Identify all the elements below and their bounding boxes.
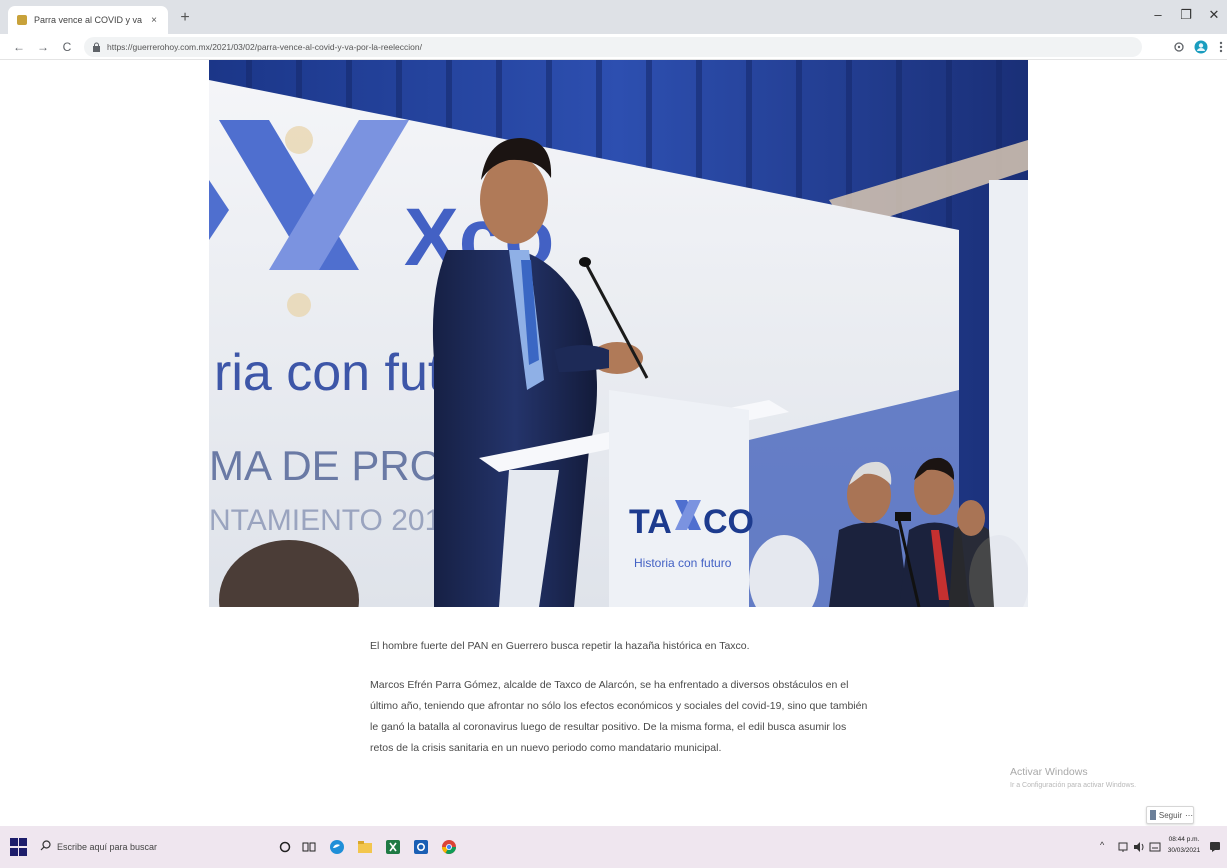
podium-logo-left: TA (629, 503, 672, 541)
cortana-icon[interactable] (276, 838, 294, 856)
tab-title: Parra vence al COVID y va por la (34, 15, 142, 25)
windows-taskbar: Escribe aquí para buscar ^ 08:44 p.m. 30… (0, 826, 1227, 868)
clock-date: 30/03/2021 (1167, 847, 1201, 854)
maximize-button[interactable]: ❐ (1176, 7, 1196, 23)
file-explorer-icon[interactable] (356, 838, 374, 856)
close-window-button[interactable]: ✕ (1204, 7, 1224, 23)
page-favicon-icon (16, 14, 28, 26)
article-body: El hombre fuerte del PAN en Guerrero bus… (370, 636, 870, 759)
profile-avatar[interactable] (1192, 38, 1210, 56)
keyboard-language-icon[interactable] (1146, 838, 1164, 856)
reload-button[interactable]: C (58, 38, 76, 56)
backdrop-slogan-text: ria con fut (214, 344, 443, 402)
close-tab-icon[interactable]: × (148, 15, 160, 26)
follow-icon (1150, 810, 1156, 820)
podium-slogan-text: Historia con futuro (634, 556, 732, 570)
follow-more-icon[interactable]: ⋯ (1185, 811, 1193, 820)
extension-icon[interactable] (1170, 38, 1188, 56)
url-text: https://guerrerohoy.com.mx/2021/03/02/pa… (107, 42, 422, 52)
lock-icon (92, 42, 101, 52)
chrome-icon[interactable] (440, 838, 458, 856)
activation-subtitle: Ir a Configuración para activar Windows. (1010, 782, 1137, 789)
forward-button[interactable]: → (34, 38, 52, 56)
new-tab-button[interactable]: + (176, 9, 194, 27)
excel-icon[interactable] (384, 838, 402, 856)
search-icon (40, 838, 51, 856)
menu-kebab-icon[interactable] (1212, 38, 1227, 56)
clock-time: 08:44 p.m. (1168, 836, 1200, 843)
taskbar-clock[interactable]: 08:44 p.m. 30/03/2021 (1166, 834, 1202, 856)
tab-strip: Parra vence al COVID y va por la × + – ❐… (0, 0, 1227, 34)
address-bar[interactable]: https://guerrerohoy.com.mx/2021/03/02/pa… (84, 37, 1142, 57)
edge-browser-icon[interactable] (328, 838, 346, 856)
taskbar-search-placeholder: Escribe aquí para buscar (57, 842, 158, 852)
article-paragraph: Marcos Efrén Parra Gómez, alcalde de Tax… (370, 679, 868, 754)
follow-button[interactable]: Seguir ⋯ (1146, 806, 1194, 824)
outlook-icon[interactable] (412, 838, 430, 856)
browser-tab[interactable]: Parra vence al COVID y va por la × (8, 6, 168, 34)
activation-title: Activar Windows (1010, 766, 1088, 778)
windows-start-icon[interactable] (10, 838, 28, 856)
tray-overflow-icon[interactable]: ^ (1100, 840, 1104, 850)
follow-label: Seguir (1158, 810, 1182, 820)
taskbar-search-box[interactable]: Escribe aquí para buscar (36, 834, 232, 860)
task-view-icon[interactable] (300, 838, 318, 856)
minimize-button[interactable]: – (1148, 7, 1168, 22)
back-button[interactable]: ← (10, 38, 28, 56)
podium-logo-right: CO (703, 503, 754, 541)
notifications-icon[interactable] (1206, 838, 1224, 856)
windows-activation-watermark: Activar Windows Ir a Configuración para … (1010, 766, 1200, 789)
article-lead: El hombre fuerte del PAN en Guerrero bus… (370, 640, 750, 652)
article-hero-image: Xco ria con fut MA DE PROTESTA NTAMIENTO… (209, 60, 1028, 607)
browser-toolbar: ← → C https://guerrerohoy.com.mx/2021/03… (0, 34, 1227, 60)
